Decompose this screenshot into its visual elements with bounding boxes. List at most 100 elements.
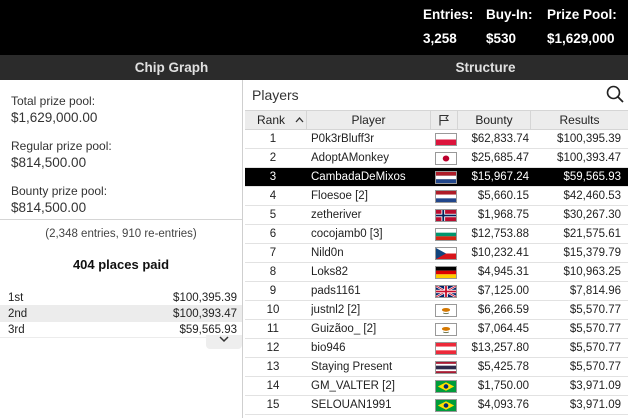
- player-row[interactable]: 7 Nild0n $10,232.41 $15,379.79: [245, 244, 628, 263]
- tab-chip-graph[interactable]: Chip Graph: [0, 55, 343, 80]
- japan-flag-icon: [435, 152, 457, 165]
- payout-place: 1st: [8, 292, 24, 304]
- payout-row: 1st $100,395.39: [0, 290, 242, 306]
- player-row[interactable]: 8 Loks82 $4,945.31 $10,963.25: [245, 263, 628, 282]
- player-results: $7,814.96: [569, 285, 621, 297]
- prize-pool-label: Prize Pool:: [547, 7, 617, 22]
- cyprus-flag-icon: [435, 304, 457, 317]
- player-rank: 5: [269, 209, 277, 221]
- player-results: $100,393.47: [557, 152, 621, 164]
- player-rank: 12: [266, 342, 280, 354]
- player-row[interactable]: 15 SELOUAN1991 $4,093.76 $3,971.09: [245, 396, 628, 415]
- regular-prize-pool: Regular prize pool: $814,500.00: [11, 139, 112, 171]
- prize-pool-panel: Total prize pool: $1,629,000.00 Regular …: [0, 80, 243, 418]
- prize-pool-value: $1,629,000: [547, 31, 615, 46]
- player-row[interactable]: 6 cocojamb0 [3] $12,753.88 $21,575.61: [245, 225, 628, 244]
- column-header-rank[interactable]: Rank: [245, 111, 307, 129]
- payout-place: 3rd: [8, 324, 25, 336]
- player-row[interactable]: 11 Guizãoo_ [2] $7,064.45 $5,570.77: [245, 320, 628, 339]
- total-prize-pool-label: Total prize pool:: [11, 94, 96, 108]
- player-bounty: $62,833.74: [471, 133, 529, 145]
- player-name: Staying Present: [311, 361, 393, 373]
- player-row[interactable]: 10 justnl2 [2] $6,266.59 $5,570.77: [245, 301, 628, 320]
- player-bounty: $10,232.41: [471, 247, 529, 259]
- player-results: $10,963.25: [563, 266, 621, 278]
- player-bounty: $12,753.88: [471, 228, 529, 240]
- player-results: $15,379.79: [563, 247, 621, 259]
- flag-icon: [439, 115, 450, 126]
- player-bounty: $13,257.80: [471, 342, 529, 354]
- column-header-results[interactable]: Results: [531, 111, 628, 129]
- player-row[interactable]: 4 Floesoe [2] $5,660.15 $42,460.53: [245, 187, 628, 206]
- player-results: $21,575.61: [563, 228, 621, 240]
- regular-prize-pool-value: $814,500.00: [11, 155, 87, 170]
- player-results: $42,460.53: [563, 190, 621, 202]
- player-bounty: $25,685.47: [471, 152, 529, 164]
- player-row[interactable]: 3 CambadaDeMixos $15,967.24 $59,565.93: [245, 168, 628, 187]
- bounty-prize-pool: Bounty prize pool: $814,500.00: [11, 184, 107, 216]
- sort-ascending-icon: [295, 117, 304, 123]
- player-results: $30,267.30: [563, 209, 621, 221]
- player-results: $5,570.77: [569, 304, 621, 316]
- netherlands-flag-icon: [435, 171, 457, 184]
- player-bounty: $4,093.76: [477, 399, 529, 411]
- germany-flag-icon: [435, 266, 457, 279]
- total-prize-pool: Total prize pool: $1,629,000.00: [11, 94, 97, 126]
- players-panel: Players Rank Player Bounty Results 1 P0k3…: [245, 80, 628, 418]
- player-bounty: $7,064.45: [477, 323, 529, 335]
- player-row[interactable]: 12 bio946 $13,257.80 $5,570.77: [245, 339, 628, 358]
- player-bounty: $1,968.75: [477, 209, 529, 221]
- entries-label: Entries:: [423, 7, 474, 22]
- expand-payouts-button[interactable]: [206, 335, 242, 349]
- payout-amount: $100,393.47: [173, 308, 237, 320]
- search-icon[interactable]: [606, 85, 624, 103]
- tournament-header: Entries: 3,258 Buy-In: $530 Prize Pool: …: [0, 0, 628, 55]
- places-paid: 404 places paid: [72, 257, 170, 272]
- player-name: Guizãoo_ [2]: [311, 323, 377, 335]
- player-results: $5,570.77: [569, 342, 621, 354]
- tab-structure[interactable]: Structure: [343, 55, 628, 80]
- rank-header-label: Rank: [257, 113, 286, 127]
- player-row[interactable]: 9 pads1161 $7,125.00 $7,814.96: [245, 282, 628, 301]
- player-results: $3,971.09: [569, 399, 621, 411]
- brazil-flag-icon: [435, 380, 457, 393]
- player-name: cocojamb0 [3]: [311, 228, 383, 240]
- player-rank: 2: [269, 152, 277, 164]
- player-results: $100,395.39: [557, 133, 621, 145]
- payout-row: 2nd $100,393.47: [0, 306, 242, 322]
- players-table-body: 1 P0k3rBluff3r $62,833.74 $100,395.39 2 Adopt…: [245, 130, 628, 415]
- bounty-prize-pool-value: $814,500.00: [11, 200, 87, 215]
- player-name: Nild0n: [311, 247, 344, 259]
- player-rank: 14: [266, 380, 280, 392]
- player-name: zetheriver: [311, 209, 362, 221]
- tab-bar: Chip Graph Structure: [0, 55, 628, 80]
- norway-flag-icon: [435, 209, 457, 222]
- player-rank: 11: [267, 323, 279, 335]
- column-header-flag[interactable]: [431, 111, 458, 129]
- player-row[interactable]: 5 zetheriver $1,968.75 $30,267.30: [245, 206, 628, 225]
- poland-flag-icon: [435, 133, 457, 146]
- player-row[interactable]: 2 AdoptAMonkey $25,685.47 $100,393.47: [245, 149, 628, 168]
- player-bounty: $15,967.24: [471, 171, 529, 183]
- column-header-bounty[interactable]: Bounty: [458, 111, 531, 129]
- entries-value: 3,258: [423, 31, 457, 46]
- buyin-stat: Buy-In: $530: [486, 6, 533, 47]
- chevron-down-icon: [219, 336, 229, 343]
- player-name: pads1161: [311, 285, 361, 297]
- player-row[interactable]: 14 GM_VALTER [2] $1,750.00 $3,971.09: [245, 377, 628, 396]
- players-table-header: Rank Player Bounty Results: [245, 110, 628, 130]
- player-name: SELOUAN1991: [311, 399, 392, 411]
- player-bounty: $7,125.00: [477, 285, 529, 297]
- player-row[interactable]: 1 P0k3rBluff3r $62,833.74 $100,395.39: [245, 130, 628, 149]
- player-rank: 7: [269, 247, 277, 259]
- column-header-player[interactable]: Player: [307, 111, 431, 129]
- player-row[interactable]: 13 Staying Present $5,425.78 $5,570.77: [245, 358, 628, 377]
- player-name: GM_VALTER [2]: [311, 380, 395, 392]
- player-name: bio946: [311, 342, 346, 354]
- player-name: P0k3rBluff3r: [311, 133, 375, 145]
- prize-pool-summary: Total prize pool: $1,629,000.00 Regular …: [0, 80, 242, 220]
- buyin-value: $530: [486, 31, 517, 46]
- player-bounty: $1,750.00: [477, 380, 529, 392]
- player-results: $59,565.93: [563, 171, 621, 183]
- regular-prize-pool-label: Regular prize pool:: [11, 139, 112, 153]
